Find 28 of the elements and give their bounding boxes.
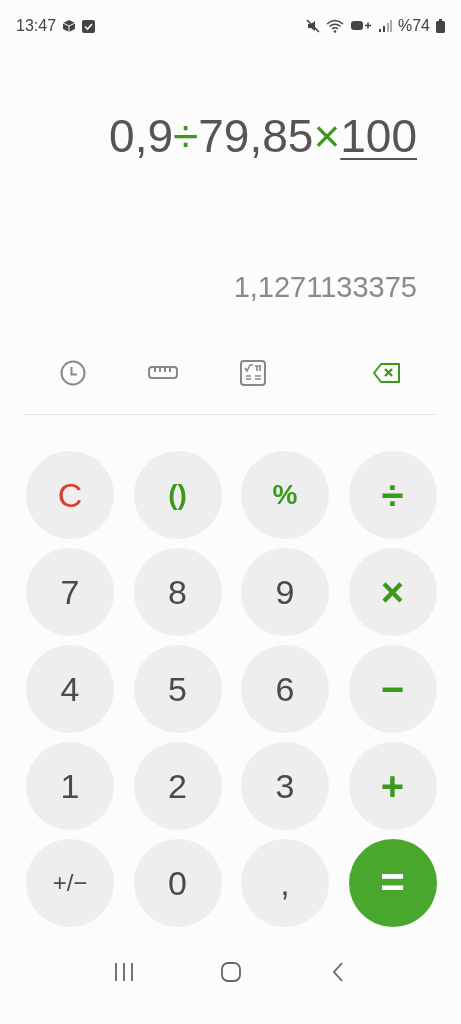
digit-key[interactable]: 8 [133, 548, 222, 636]
digit-key[interactable]: 3 [241, 742, 329, 830]
wifi-icon [325, 19, 344, 33]
digit-key[interactable]: 4 [26, 645, 114, 733]
result-preview: 1,1271133375 [232, 271, 417, 305]
digit-key[interactable]: 7 [26, 548, 114, 636]
clear-key[interactable]: C [26, 451, 114, 539]
battery-icon [436, 19, 445, 33]
digit-key[interactable]: 6 [241, 645, 329, 733]
hd-voice-icon [349, 19, 372, 33]
digit-key[interactable]: 0 [133, 839, 222, 927]
digit-key[interactable]: +/− [26, 839, 114, 927]
expression-number: 100 [340, 109, 417, 163]
digit-key[interactable]: 5 [133, 645, 222, 733]
digit-key[interactable]: 9 [241, 548, 329, 636]
expression-number: 79,85 [198, 109, 314, 163]
mute-icon [305, 19, 320, 33]
operator-symbol: ÷ [173, 109, 199, 163]
digit-key[interactable]: 1 [26, 742, 114, 830]
digit-key[interactable]: , [241, 839, 329, 927]
battery-level: %74 [397, 17, 430, 35]
signal-icon [377, 19, 392, 33]
package-icon [62, 19, 77, 33]
operator-symbol: × [313, 109, 341, 163]
status-time: 13:47 [16, 17, 57, 35]
expression-number: 0,9 [109, 109, 173, 163]
digit-key[interactable]: 2 [133, 742, 222, 830]
checkbox-icon [82, 19, 96, 33]
